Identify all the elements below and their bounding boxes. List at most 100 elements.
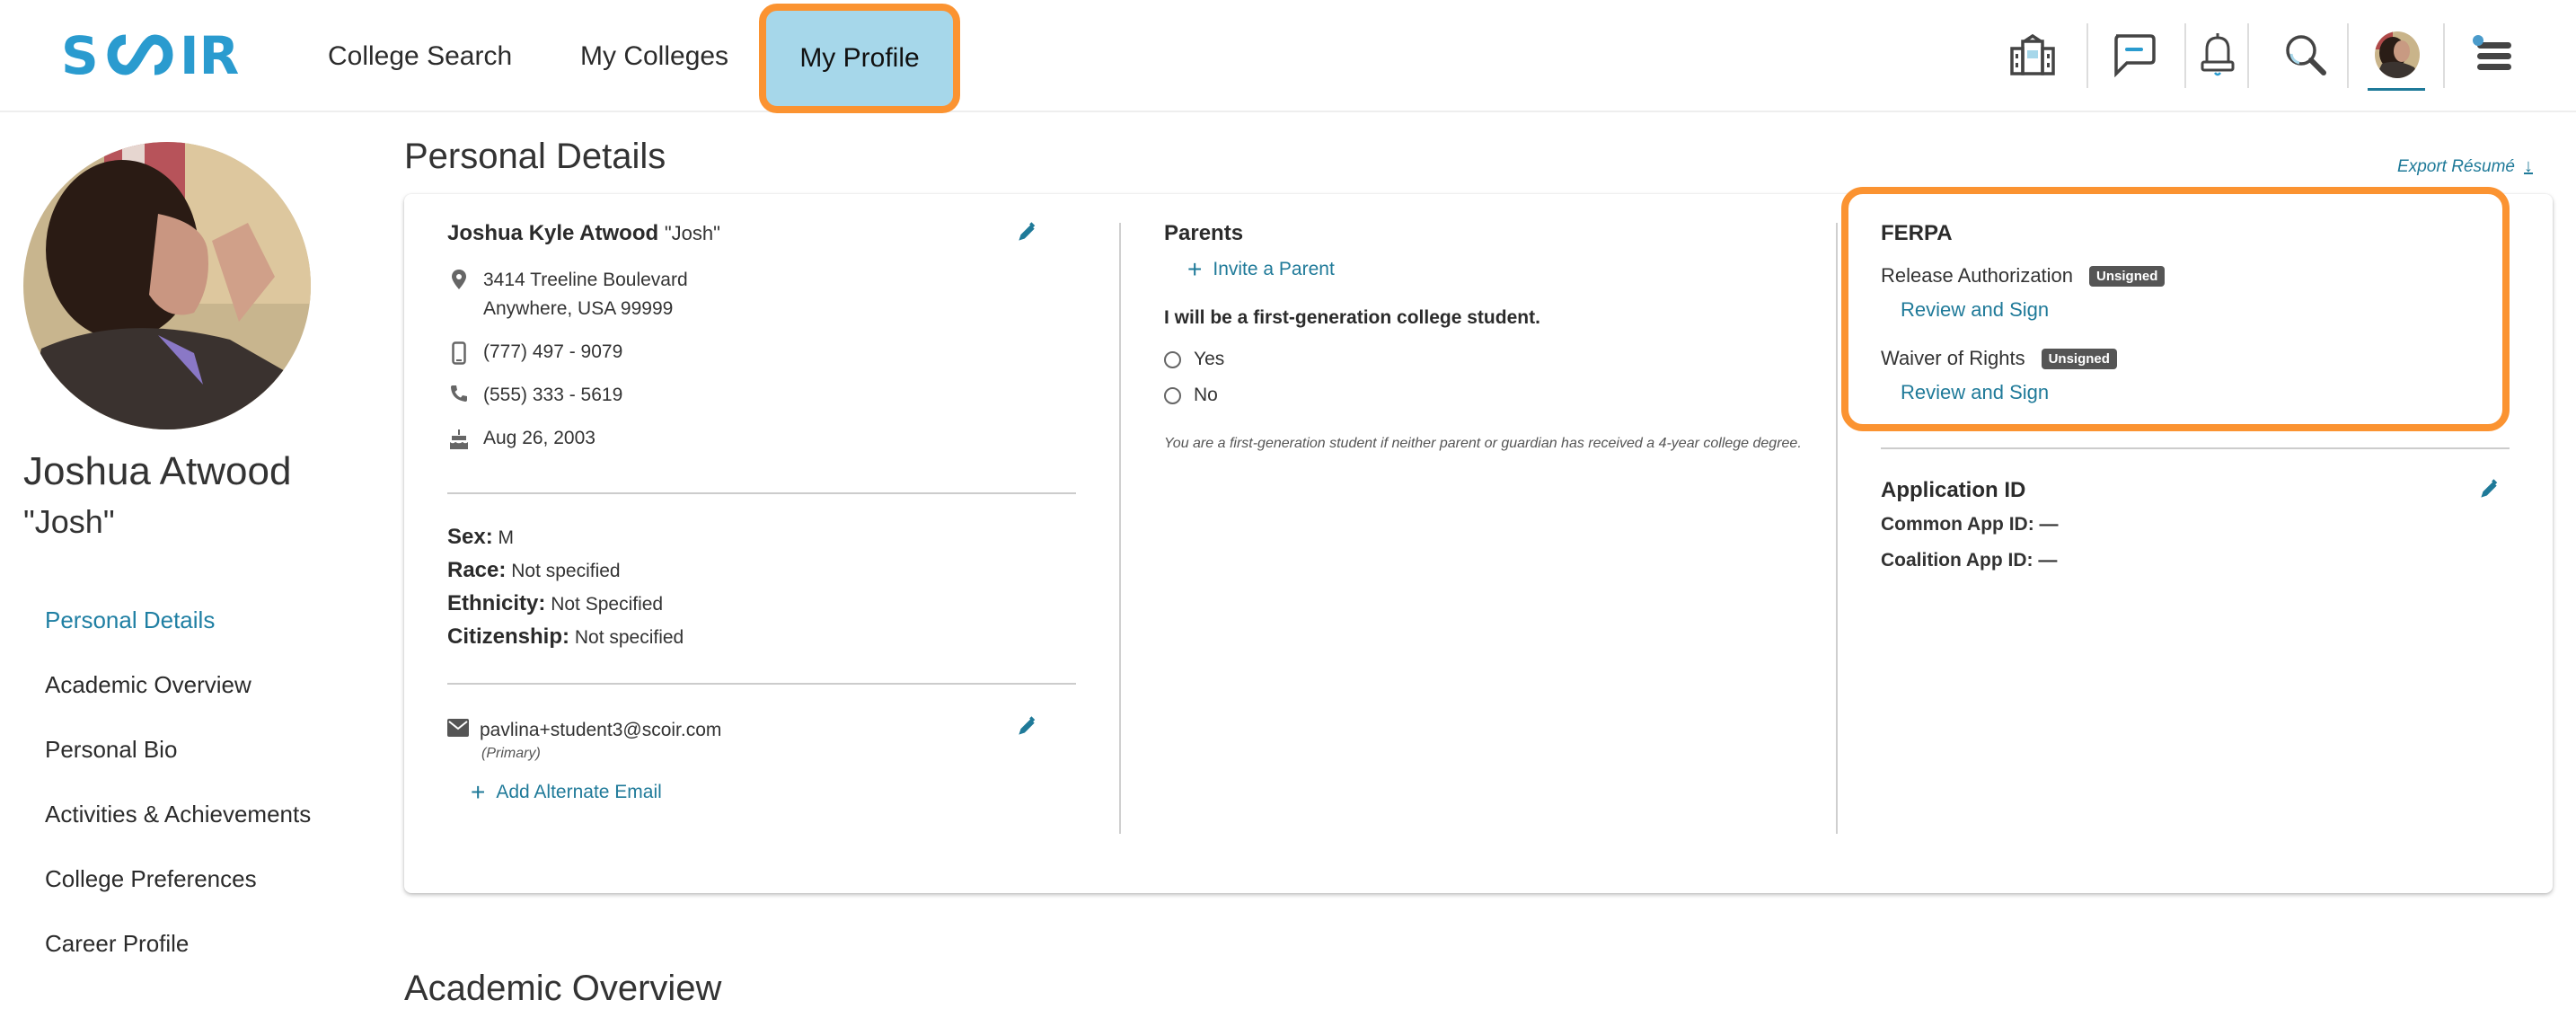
demographics: Sex: M Race: Not specified Ethnicity: No… xyxy=(447,521,1076,654)
email-section: pavlina+student3@scoir.com (Primary) + A… xyxy=(447,716,1076,805)
sidenav-personal-details[interactable]: Personal Details xyxy=(45,602,311,667)
separator xyxy=(2086,23,2088,88)
parents-heading: Parents xyxy=(1164,221,1244,245)
notifications-button[interactable] xyxy=(2195,20,2240,90)
scoir-logo[interactable]: S IR xyxy=(61,29,251,81)
primary-email-note: (Primary) xyxy=(481,746,541,761)
radio-button-yes[interactable] xyxy=(1164,350,1181,368)
demographic-label: Race: xyxy=(447,558,507,582)
nav-my-profile[interactable]: My Profile xyxy=(759,4,960,113)
address-line2: Anywhere, USA 99999 xyxy=(483,298,674,319)
coalition-app-id-row: Coalition App ID: — xyxy=(1881,543,2510,579)
search-button[interactable] xyxy=(2281,20,2330,90)
sidenav-career-profile[interactable]: Career Profile xyxy=(45,925,311,990)
sidenav-activities-achievements[interactable]: Activities & Achievements xyxy=(45,796,311,861)
radio-label-yes: Yes xyxy=(1194,349,1225,369)
export-resume-link[interactable]: Export Résumé ↓ xyxy=(2397,156,2533,177)
contact-column: Joshua Kyle Atwood "Josh" 3414 Treeline … xyxy=(447,221,1076,805)
primary-email: pavlina+student3@scoir.com xyxy=(480,720,722,740)
review-and-sign-waiver-link[interactable]: Review and Sign xyxy=(1901,381,2510,404)
parents-column: Parents + Invite a Parent I will be a fi… xyxy=(1164,221,1820,455)
demographic-value: Not specified xyxy=(511,561,621,581)
common-app-id-label: Common App ID: xyxy=(1881,514,2034,535)
active-indicator xyxy=(2368,88,2425,91)
demographic-row: Ethnicity: Not Specified xyxy=(447,588,1076,621)
status-badge: Unsigned xyxy=(2041,348,2117,369)
search-icon xyxy=(2286,35,2326,75)
first-gen-option-yes[interactable]: Yes xyxy=(1164,341,1820,377)
location-pin-icon xyxy=(447,266,471,289)
first-gen-option-no[interactable]: No xyxy=(1164,377,1820,413)
first-gen-radio-group: Yes No xyxy=(1164,341,1820,413)
svg-text:IR: IR xyxy=(180,29,239,81)
ferpa-item-release: Release Authorization Unsigned xyxy=(1881,264,2510,288)
coalition-app-id-value: — xyxy=(2038,550,2058,571)
add-alternate-email-link[interactable]: + Add Alternate Email xyxy=(471,780,1076,805)
application-id-section: Application ID Common App ID: — Coalitio… xyxy=(1881,478,2510,579)
ferpa-column: FERPA Release Authorization Unsigned Rev… xyxy=(1881,221,2510,579)
college-building-icon xyxy=(2010,33,2055,75)
export-resume-label: Export Résumé xyxy=(2397,156,2515,176)
profile-nickname: "Josh" xyxy=(23,503,115,540)
birthday: Aug 26, 2003 xyxy=(483,428,595,448)
email-icon xyxy=(447,719,469,742)
menu-icon xyxy=(2473,35,2511,70)
messages-button[interactable] xyxy=(2107,20,2161,90)
application-id-heading: Application ID xyxy=(1881,478,2026,502)
college-building-button[interactable] xyxy=(2005,20,2060,90)
mobile-phone-icon xyxy=(447,338,471,365)
birthday-row: Aug 26, 2003 xyxy=(447,424,1076,453)
phone-row: (555) 333 - 5619 xyxy=(447,381,1076,410)
nav-college-search[interactable]: College Search xyxy=(328,0,512,112)
phone-number: (555) 333 - 5619 xyxy=(483,385,623,405)
phone-icon xyxy=(447,381,471,403)
nav-my-colleges[interactable]: My Colleges xyxy=(580,0,728,112)
invite-parent-link[interactable]: + Invite a Parent xyxy=(1187,255,1820,283)
common-app-id-row: Common App ID: — xyxy=(1881,507,2510,543)
demographic-value: Not specified xyxy=(574,627,684,648)
separator xyxy=(2184,23,2186,88)
invite-parent-label: Invite a Parent xyxy=(1213,259,1335,279)
separator xyxy=(2247,23,2249,88)
email-row: pavlina+student3@scoir.com xyxy=(447,719,1076,742)
coalition-app-id-label: Coalition App ID: xyxy=(1881,550,2033,571)
address-row: 3414 Treeline Boulevard Anywhere, USA 99… xyxy=(447,266,1076,323)
sidenav-academic-overview[interactable]: Academic Overview xyxy=(45,667,311,731)
message-icon xyxy=(2114,34,2156,77)
profile-name: Joshua Atwood xyxy=(23,449,292,493)
divider xyxy=(1881,447,2510,449)
edit-contact-pencil-icon[interactable] xyxy=(1015,221,1038,244)
mobile-number: (777) 497 - 9079 xyxy=(483,341,623,362)
menu-button[interactable] xyxy=(2468,20,2517,90)
first-gen-question: I will be a first-generation college stu… xyxy=(1164,307,1540,328)
radio-label-no: No xyxy=(1194,385,1218,405)
add-alternate-email-label: Add Alternate Email xyxy=(496,782,662,802)
edit-application-id-pencil-icon[interactable] xyxy=(2477,478,2501,501)
divider xyxy=(447,492,1076,494)
sidenav-personal-bio[interactable]: Personal Bio xyxy=(45,731,311,796)
ferpa-item-label: Release Authorization xyxy=(1881,264,2074,287)
full-name-nickname: "Josh" xyxy=(664,222,720,244)
separator xyxy=(2443,23,2445,88)
demographic-label: Ethnicity: xyxy=(447,591,546,615)
profile-section-nav: Personal Details Academic Overview Perso… xyxy=(45,602,311,990)
sidenav-college-preferences[interactable]: College Preferences xyxy=(45,861,311,925)
radio-button-no[interactable] xyxy=(1164,386,1181,404)
ferpa-item-label: Waiver of Rights xyxy=(1881,347,2025,369)
profile-photo xyxy=(23,142,311,429)
birthday-cake-icon xyxy=(447,424,471,449)
review-and-sign-release-link[interactable]: Review and Sign xyxy=(1901,298,2510,322)
bell-icon xyxy=(2201,33,2235,76)
edit-email-pencil-icon[interactable] xyxy=(1015,715,1038,739)
full-name: Joshua Kyle Atwood "Josh" xyxy=(447,221,1076,246)
address-line1: 3414 Treeline Boulevard xyxy=(483,270,688,290)
academic-overview-heading: Academic Overview xyxy=(404,969,722,1008)
scoir-logo-icon: S IR xyxy=(61,29,239,81)
divider xyxy=(447,683,1076,685)
demographic-value: M xyxy=(498,527,515,548)
full-name-text: Joshua Kyle Atwood xyxy=(447,221,659,245)
profile-avatar-button[interactable] xyxy=(2373,20,2422,90)
demographic-label: Citizenship: xyxy=(447,624,569,649)
mobile-row: (777) 497 - 9079 xyxy=(447,338,1076,367)
plus-icon: + xyxy=(1187,255,1203,283)
